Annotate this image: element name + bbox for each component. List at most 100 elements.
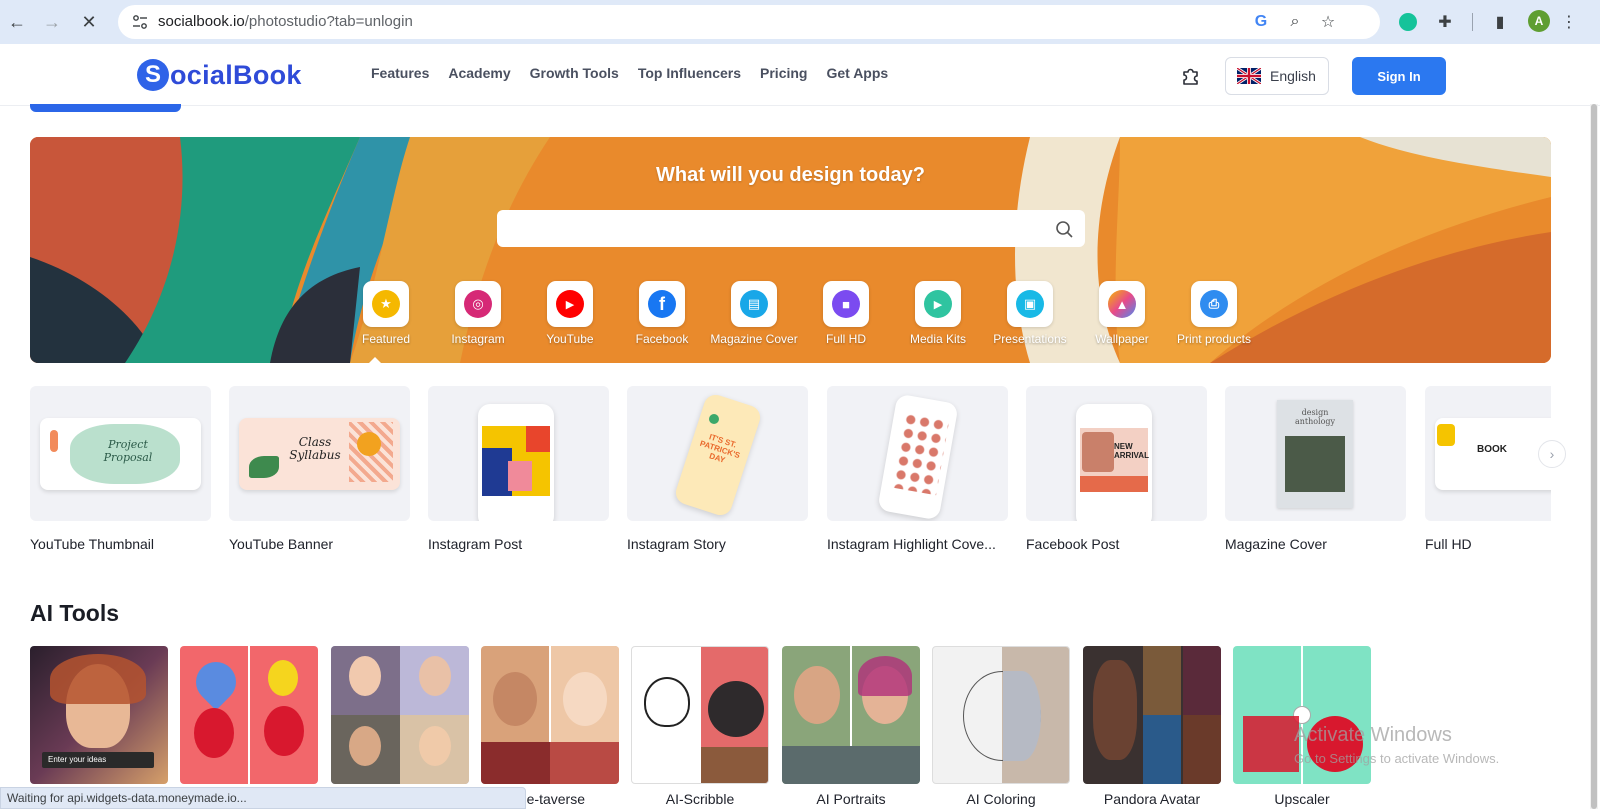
- template-mock-text: NEW ARRIVAL: [1114, 442, 1149, 460]
- template-name[interactable]: Full HD: [1425, 536, 1551, 552]
- socialbook-logo[interactable]: S ocialBook: [137, 57, 302, 93]
- ai-tool-name[interactable]: Pandora Avatar: [1083, 791, 1221, 807]
- bookmark-star-icon[interactable]: ☆: [1319, 13, 1337, 31]
- category-presentations[interactable]: ▣ Presentations: [984, 281, 1076, 346]
- design-search-input[interactable]: [497, 210, 1085, 247]
- template-name[interactable]: Instagram Story: [627, 536, 808, 552]
- ai-tool-card[interactable]: Pandora Avatar: [1083, 646, 1221, 807]
- back-icon[interactable]: ←: [5, 10, 29, 34]
- ai-tool-image[interactable]: [331, 646, 469, 784]
- ai-tool-card[interactable]: Enter your ideas: [30, 646, 168, 791]
- ai-tool-name[interactable]: AI Portraits: [782, 791, 920, 807]
- address-bar[interactable]: socialbook.io/photostudio?tab=unlogin G …: [118, 5, 1380, 39]
- ai-tool-card[interactable]: Me-taverse: [481, 646, 619, 807]
- template-thumbnail[interactable]: Project Proposal: [30, 386, 211, 521]
- template-thumbnail[interactable]: Class Syllabus: [229, 386, 410, 521]
- plugin-puzzle-icon[interactable]: [1180, 64, 1202, 86]
- template-name[interactable]: Instagram Highlight Cove...: [827, 536, 1008, 552]
- ai-tool-image[interactable]: [180, 646, 318, 784]
- category-label: Wallpaper: [1095, 332, 1149, 346]
- template-name[interactable]: Instagram Post: [428, 536, 609, 552]
- template-name[interactable]: Facebook Post: [1026, 536, 1207, 552]
- windows-activation-watermark: Activate Windows Go to Settings to activ…: [1294, 724, 1499, 766]
- google-icon[interactable]: G: [1252, 13, 1270, 31]
- template-name[interactable]: YouTube Banner: [229, 536, 410, 552]
- nav-academy[interactable]: Academy: [448, 65, 510, 81]
- facebook-icon: f: [648, 290, 676, 318]
- video-icon: ■: [832, 290, 860, 318]
- category-facebook[interactable]: f Facebook: [616, 281, 708, 346]
- active-tab-indicator: [30, 104, 181, 112]
- template-thumbnail[interactable]: IT'S ST. PATRICK'S DAY: [627, 386, 808, 521]
- ai-tool-image[interactable]: [481, 646, 619, 784]
- menu-kebab-icon[interactable]: ⋮: [1557, 10, 1581, 34]
- template-card[interactable]: Class Syllabus YouTube Banner: [229, 386, 410, 552]
- template-thumbnail[interactable]: design anthology: [1225, 386, 1406, 521]
- category-featured[interactable]: ★ Featured: [340, 281, 432, 346]
- template-carousel: Project Proposal YouTube Thumbnail Class…: [30, 386, 1551, 556]
- ai-tool-image[interactable]: [1083, 646, 1221, 784]
- ai-tool-card[interactable]: AI-Scribble: [631, 646, 769, 807]
- category-instagram[interactable]: ◎ Instagram: [432, 281, 524, 346]
- nav-pricing[interactable]: Pricing: [760, 65, 807, 81]
- ai-tool-name[interactable]: AI-Scribble: [631, 791, 769, 807]
- instagram-icon: ◎: [464, 290, 492, 318]
- zoom-icon[interactable]: ⌕: [1286, 13, 1304, 31]
- template-mock-text: BOOK: [1477, 444, 1507, 455]
- template-card[interactable]: NEW ARRIVAL Facebook Post: [1026, 386, 1207, 552]
- category-full-hd[interactable]: ■ Full HD: [800, 281, 892, 346]
- ai-tool-image[interactable]: Enter your ideas: [30, 646, 168, 784]
- template-card[interactable]: Instagram Post: [428, 386, 609, 552]
- nav-features[interactable]: Features: [371, 65, 429, 81]
- grammarly-icon[interactable]: [1396, 10, 1420, 34]
- stop-loading-icon[interactable]: ✕: [77, 10, 101, 34]
- template-card[interactable]: design anthology Magazine Cover: [1225, 386, 1406, 552]
- language-selector[interactable]: English: [1225, 57, 1329, 95]
- category-media-kits[interactable]: ▶ Media Kits: [892, 281, 984, 346]
- media-kit-icon: ▶: [924, 290, 952, 318]
- site-settings-icon[interactable]: [132, 14, 148, 30]
- ai-tool-image[interactable]: [932, 646, 1070, 784]
- extensions-icon[interactable]: ✚: [1433, 10, 1457, 34]
- ai-tool-image[interactable]: [782, 646, 920, 784]
- ai-tool-card[interactable]: AI Portraits: [782, 646, 920, 807]
- ai-tool-name[interactable]: Upscaler: [1233, 791, 1371, 807]
- category-print-products[interactable]: ⎙ Print products: [1168, 281, 1260, 346]
- ai-tool-card[interactable]: AI Coloring: [932, 646, 1070, 807]
- page-scrollbar[interactable]: [1590, 104, 1598, 809]
- category-wallpaper[interactable]: ▲ Wallpaper: [1076, 281, 1168, 346]
- template-card[interactable]: Instagram Highlight Cove...: [827, 386, 1008, 552]
- category-magazine-cover[interactable]: ▤ Magazine Cover: [708, 281, 800, 346]
- sign-in-button[interactable]: Sign In: [1352, 57, 1446, 95]
- ai-tool-card[interactable]: [180, 646, 318, 791]
- nav-top-influencers[interactable]: Top Influencers: [638, 65, 741, 81]
- forward-icon[interactable]: →: [40, 10, 64, 34]
- wallpaper-icon: ▲: [1108, 290, 1136, 318]
- category-label: Featured: [361, 332, 411, 346]
- category-label: Magazine Cover: [710, 332, 798, 346]
- enter-ideas-input[interactable]: Enter your ideas: [42, 752, 154, 768]
- template-name[interactable]: Magazine Cover: [1225, 536, 1406, 552]
- ai-tool-image[interactable]: [631, 646, 769, 784]
- template-card[interactable]: IT'S ST. PATRICK'S DAY Instagram Story: [627, 386, 808, 552]
- carousel-next-arrow-icon[interactable]: ›: [1538, 440, 1566, 468]
- profile-avatar[interactable]: A: [1528, 10, 1550, 32]
- template-thumbnail[interactable]: [428, 386, 609, 521]
- nav-growth-tools[interactable]: Growth Tools: [530, 65, 619, 81]
- template-name[interactable]: YouTube Thumbnail: [30, 536, 211, 552]
- scrollbar-thumb[interactable]: [1591, 104, 1597, 809]
- ai-tool-name[interactable]: AI Coloring: [932, 791, 1070, 807]
- nav-get-apps[interactable]: Get Apps: [826, 65, 888, 81]
- template-card[interactable]: BOOK Full HD: [1425, 386, 1551, 552]
- category-youtube[interactable]: ▶ YouTube: [524, 281, 616, 346]
- ai-tool-card[interactable]: [331, 646, 469, 791]
- side-panel-icon[interactable]: ▮: [1488, 10, 1512, 34]
- template-thumbnail[interactable]: BOOK: [1425, 386, 1551, 521]
- template-thumbnail[interactable]: [827, 386, 1008, 521]
- category-label: YouTube: [546, 332, 594, 346]
- template-thumbnail[interactable]: NEW ARRIVAL: [1026, 386, 1207, 521]
- template-card[interactable]: Project Proposal YouTube Thumbnail: [30, 386, 211, 552]
- ai-tools-heading: AI Tools: [30, 600, 120, 626]
- url-text[interactable]: socialbook.io/photostudio?tab=unlogin: [158, 13, 413, 30]
- search-icon[interactable]: [1055, 220, 1073, 238]
